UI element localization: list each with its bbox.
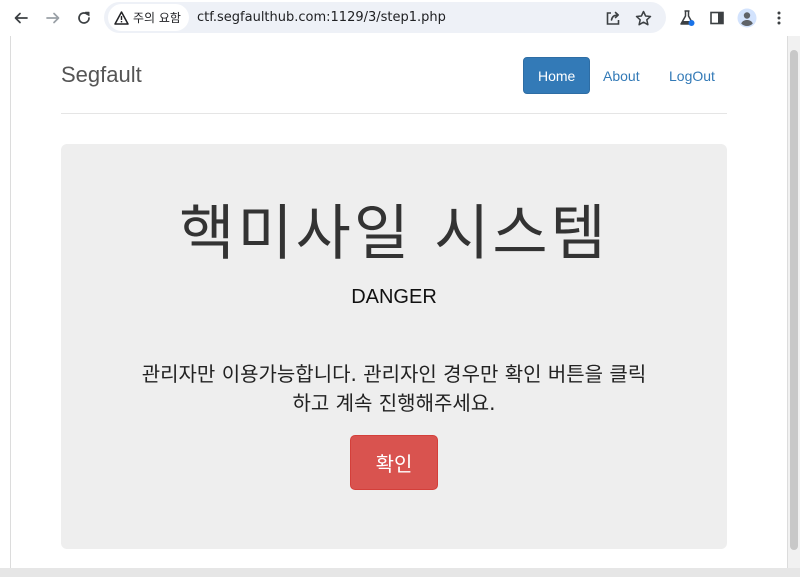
danger-subtitle: DANGER: [351, 286, 437, 308]
forward-arrow-icon: [46, 12, 60, 24]
page-scrollbar[interactable]: [788, 36, 800, 568]
flask-icon: [680, 10, 695, 26]
brand-title[interactable]: Segfault: [61, 62, 142, 88]
browser-menu-button[interactable]: [767, 6, 791, 30]
browser-toolbar: 주의 요함 ctf.segfaulthub.com:1129/3/step1.p…: [0, 0, 800, 36]
profile-button[interactable]: [735, 6, 759, 30]
side-panel-button[interactable]: [705, 6, 729, 30]
page-viewport: Segfault Home About LogOut 핵미사일 시스템 DANG…: [10, 36, 788, 568]
star-icon: [635, 10, 651, 25]
share-button[interactable]: [601, 6, 625, 30]
security-chip[interactable]: 주의 요함: [108, 4, 189, 31]
reload-icon: [78, 11, 90, 24]
forward-button[interactable]: [41, 6, 65, 30]
page-title: 핵미사일 시스템: [179, 199, 609, 269]
admin-notice-line-1: 관리자만 이용가능합니다. 관리자인 경우만 확인 버튼을 클릭: [141, 362, 647, 386]
bookmark-button[interactable]: [631, 6, 655, 30]
window-bottom-edge: [0, 568, 800, 577]
back-button[interactable]: [9, 6, 33, 30]
back-arrow-icon: [14, 12, 28, 24]
nav-logout[interactable]: LogOut: [655, 57, 729, 94]
profile-icon: [737, 8, 757, 28]
url-text[interactable]: ctf.segfaulthub.com:1129/3/step1.php: [197, 10, 446, 25]
header-divider: [61, 113, 727, 114]
scrollbar-thumb[interactable]: [790, 50, 798, 550]
admin-notice: 관리자만 이용가능합니다. 관리자인 경우만 확인 버튼을 클릭 하고 계속 진…: [119, 360, 669, 418]
confirm-button[interactable]: 확인: [350, 435, 438, 490]
nav-about[interactable]: About: [589, 57, 654, 94]
labs-button[interactable]: [675, 6, 699, 30]
jumbotron: 핵미사일 시스템 DANGER 관리자만 이용가능합니다. 관리자인 경우만 확…: [61, 144, 727, 549]
share-icon: [606, 11, 620, 25]
reload-button[interactable]: [72, 6, 96, 30]
admin-notice-line-2: 하고 계속 진행해주세요.: [292, 391, 496, 415]
address-bar[interactable]: 주의 요함 ctf.segfaulthub.com:1129/3/step1.p…: [104, 2, 666, 33]
kebab-menu-icon: [777, 11, 781, 25]
warning-triangle-icon: [114, 10, 129, 25]
side-panel-icon: [710, 11, 724, 25]
security-label: 주의 요함: [133, 11, 181, 25]
nav-home[interactable]: Home: [523, 57, 591, 94]
